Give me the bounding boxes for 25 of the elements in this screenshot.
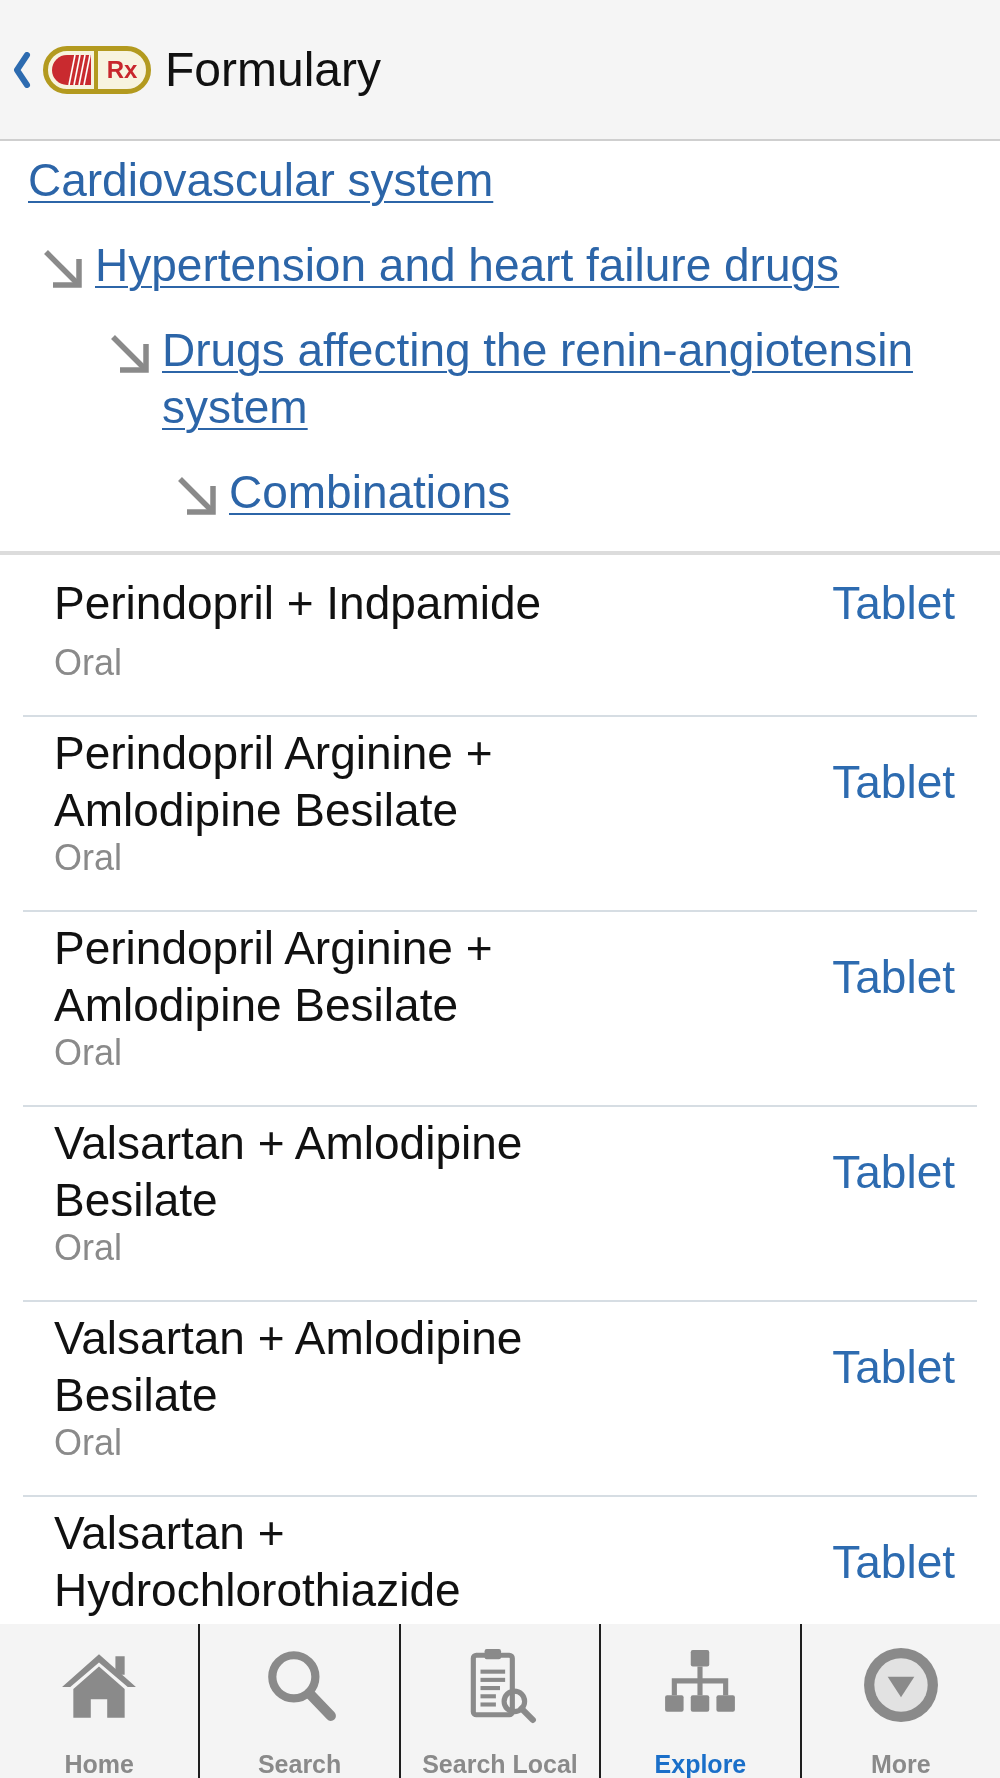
down-triangle-circle-icon <box>861 1646 940 1724</box>
route-label: Oral <box>54 644 122 682</box>
route-label: Oral <box>54 1034 122 1072</box>
page-title: Formulary <box>165 41 382 98</box>
logo-text: Rx <box>94 50 146 89</box>
breadcrumb-link[interactable]: Hypertension and heart failure drugs <box>95 237 840 294</box>
breadcrumb-link[interactable]: Combinations <box>229 464 511 521</box>
route-label: Oral <box>54 1424 122 1462</box>
drug-name: Perindopril + Indpamide <box>54 576 542 631</box>
drug-name: Perindopril Arginine + Amlodipine Besilate <box>54 726 494 838</box>
breadcrumb-link[interactable]: Drugs affecting the renin-angiotensin system <box>162 322 980 436</box>
dosage-form-link[interactable]: Tablet <box>832 753 955 811</box>
dosage-form-link[interactable]: Tablet <box>832 948 955 1006</box>
dosage-form-link[interactable]: Tablet <box>832 1533 955 1591</box>
dosage-form-link[interactable]: Tablet <box>832 1338 955 1396</box>
breadcrumb-link[interactable]: Cardiovascular system <box>28 152 494 209</box>
dosage-form-link[interactable]: Tablet <box>832 575 955 632</box>
drug-name: Valsartan + Amlodipine Besilate <box>54 1116 524 1228</box>
back-icon[interactable] <box>11 51 31 88</box>
drug-name: Perindopril Arginine + Amlodipine Besilate <box>54 921 494 1033</box>
dosage-form-link[interactable]: Tablet <box>832 1143 955 1201</box>
route-label: Oral <box>54 1229 122 1267</box>
drug-name: Valsartan + Amlodipine Besilate <box>54 1311 524 1423</box>
drug-name: Valsartan + Hydrochlorothiazide <box>54 1506 462 1618</box>
route-label: Oral <box>54 839 122 877</box>
